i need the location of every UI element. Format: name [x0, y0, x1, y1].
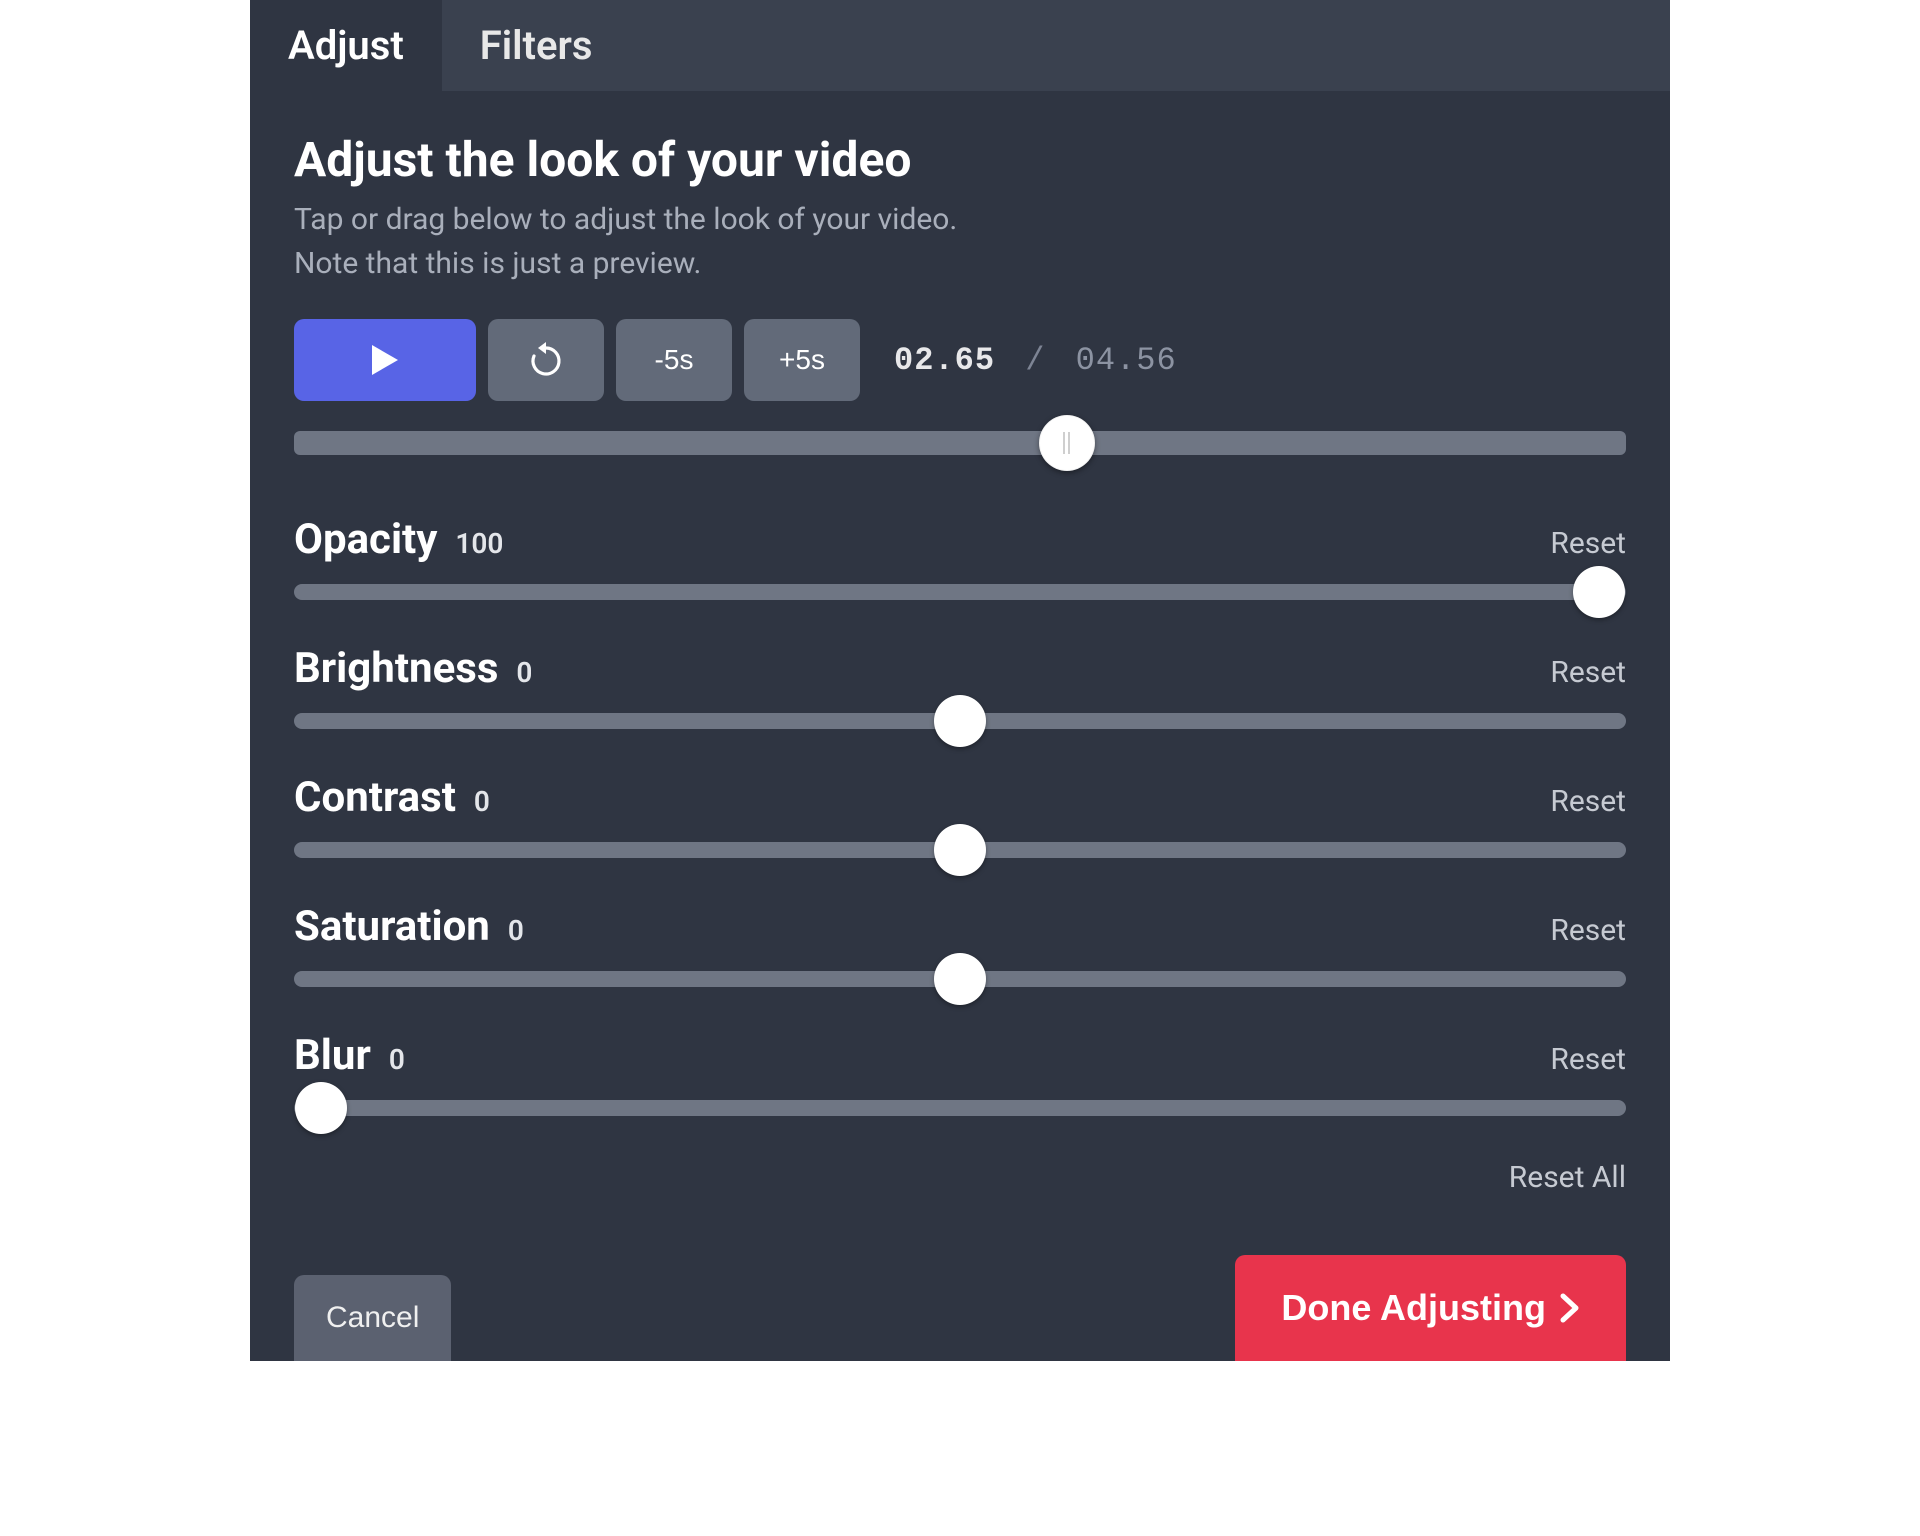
slider-brightness-value: 0 [516, 656, 532, 689]
footer: Cancel Done Adjusting [294, 1255, 1626, 1361]
slider-blur-thumb[interactable] [295, 1082, 347, 1134]
slider-opacity-thumb[interactable] [1573, 566, 1625, 618]
back-5s-button[interactable]: -5s [616, 319, 732, 401]
play-button[interactable] [294, 319, 476, 401]
slider-blur-track[interactable] [294, 1100, 1626, 1116]
scrub-slider[interactable] [294, 431, 1626, 455]
time-display: 02.65 / 04.56 [894, 342, 1177, 379]
slider-contrast: Contrast 0 Reset [294, 773, 1626, 858]
slider-brightness-track[interactable] [294, 713, 1626, 729]
page-title: Adjust the look of your video [294, 131, 1626, 188]
slider-saturation-reset[interactable]: Reset [1550, 913, 1626, 948]
restart-button[interactable] [488, 319, 604, 401]
reset-all-link[interactable]: Reset All [294, 1160, 1626, 1195]
tabs: Adjust Filters [250, 0, 1670, 91]
subtitle-line-1: Tap or drag below to adjust the look of … [294, 202, 957, 237]
slider-brightness-label: Brightness [294, 644, 498, 693]
slider-opacity-value: 100 [455, 527, 503, 560]
page-subtitle: Tap or drag below to adjust the look of … [294, 198, 1626, 285]
slider-saturation-thumb[interactable] [934, 953, 986, 1005]
time-current: 02.65 [894, 342, 995, 379]
forward-5s-button[interactable]: +5s [744, 319, 860, 401]
slider-saturation: Saturation 0 Reset [294, 902, 1626, 987]
time-total: 04.56 [1076, 342, 1177, 379]
slider-contrast-label: Contrast [294, 773, 456, 822]
slider-saturation-value: 0 [508, 914, 524, 947]
slider-brightness-reset[interactable]: Reset [1550, 655, 1626, 690]
slider-blur: Blur 0 Reset [294, 1031, 1626, 1116]
slider-contrast-track[interactable] [294, 842, 1626, 858]
slider-saturation-track[interactable] [294, 971, 1626, 987]
slider-opacity: Opacity 100 Reset [294, 515, 1626, 600]
scrub-thumb[interactable] [1039, 415, 1095, 471]
slider-blur-label: Blur [294, 1031, 371, 1080]
cancel-button[interactable]: Cancel [294, 1275, 451, 1361]
time-separator: / [1025, 342, 1045, 379]
restart-icon [529, 342, 563, 378]
slider-opacity-reset[interactable]: Reset [1550, 526, 1626, 561]
chevron-right-icon [1560, 1293, 1580, 1323]
tab-filters[interactable]: Filters [442, 0, 631, 91]
subtitle-line-2: Note that this is just a preview. [294, 246, 701, 281]
adjust-panel: Adjust Filters Adjust the look of your v… [250, 0, 1670, 1361]
slider-brightness: Brightness 0 Reset [294, 644, 1626, 729]
slider-opacity-track[interactable] [294, 584, 1626, 600]
play-icon [372, 345, 398, 375]
slider-contrast-reset[interactable]: Reset [1550, 784, 1626, 819]
slider-contrast-value: 0 [474, 785, 490, 818]
slider-saturation-label: Saturation [294, 902, 490, 951]
slider-opacity-label: Opacity [294, 515, 437, 564]
slider-blur-reset[interactable]: Reset [1550, 1042, 1626, 1077]
tab-adjust[interactable]: Adjust [250, 0, 442, 91]
done-label: Done Adjusting [1281, 1287, 1546, 1329]
slider-contrast-thumb[interactable] [934, 824, 986, 876]
playback-controls: -5s +5s 02.65 / 04.56 [294, 319, 1626, 401]
slider-blur-value: 0 [389, 1043, 405, 1076]
slider-brightness-thumb[interactable] [934, 695, 986, 747]
done-adjusting-button[interactable]: Done Adjusting [1235, 1255, 1626, 1361]
